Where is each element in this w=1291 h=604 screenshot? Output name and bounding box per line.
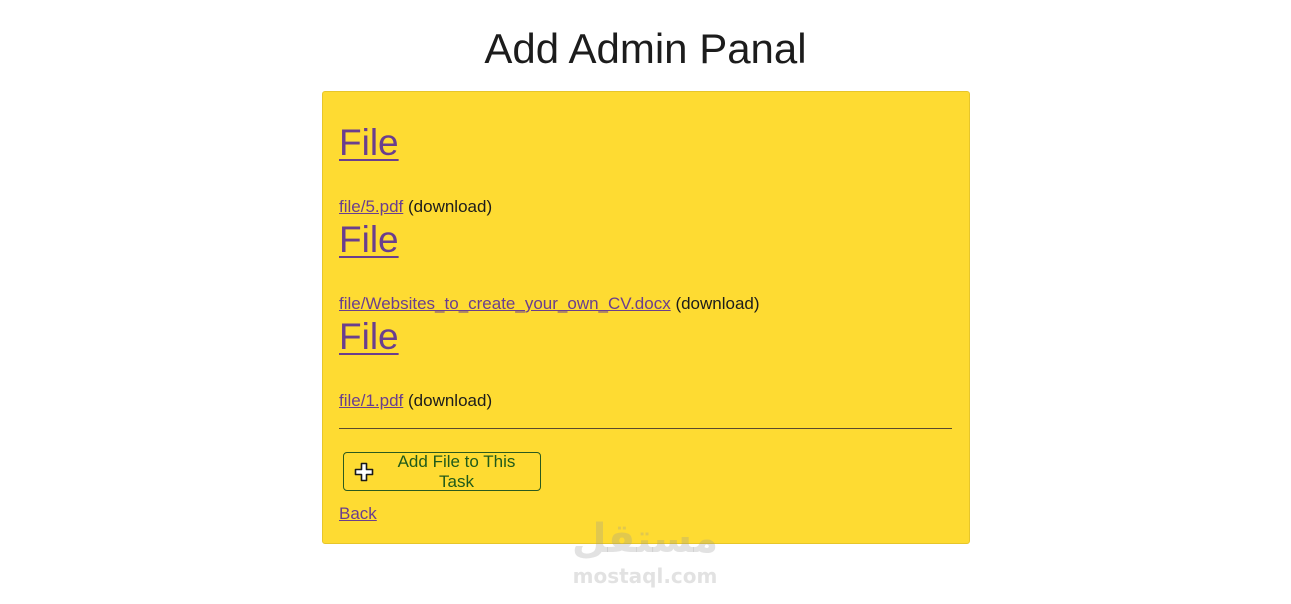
divider	[339, 428, 952, 429]
file-heading-link[interactable]: File	[339, 122, 399, 164]
plus-icon	[354, 462, 374, 482]
download-hint: (download)	[408, 197, 493, 216]
add-file-button-label: Add File to This Task	[397, 451, 516, 491]
file-panel: File file/5.pdf (download) File file/Web…	[322, 91, 970, 544]
page-title: Add Admin Panal	[484, 25, 807, 72]
watermark-latin-text: mostaql.com	[572, 564, 718, 588]
download-hint: (download)	[675, 294, 760, 313]
file-line: file/5.pdf (download)	[339, 196, 492, 218]
file-heading-link[interactable]: File	[339, 219, 399, 261]
file-item: File file/1.pdf (download)	[339, 316, 492, 410]
file-item: File file/5.pdf (download)	[339, 122, 492, 216]
file-download-link[interactable]: file/5.pdf	[339, 197, 403, 216]
file-item: File file/Websites_to_create_your_own_CV…	[339, 219, 760, 313]
file-line: file/1.pdf (download)	[339, 390, 492, 412]
file-download-link[interactable]: file/Websites_to_create_your_own_CV.docx	[339, 294, 671, 313]
back-link[interactable]: Back	[339, 503, 377, 525]
download-hint: (download)	[408, 391, 493, 410]
file-heading-link[interactable]: File	[339, 316, 399, 358]
file-line: file/Websites_to_create_your_own_CV.docx…	[339, 293, 760, 315]
add-file-button[interactable]: Add File to This Task	[343, 452, 541, 491]
file-download-link[interactable]: file/1.pdf	[339, 391, 403, 410]
